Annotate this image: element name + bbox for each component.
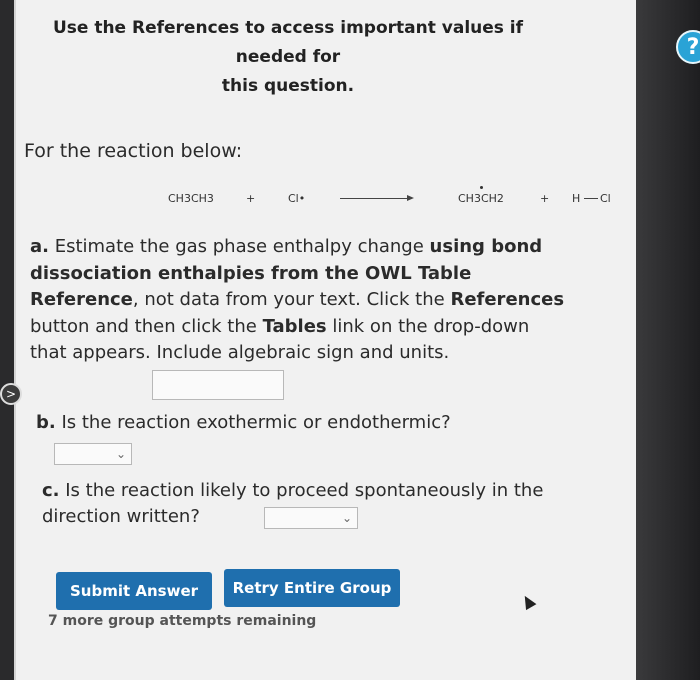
retry-group-button[interactable]: Retry Entire Group (224, 569, 400, 607)
product-ethyl-radical: CH3CH2 (458, 192, 504, 205)
product-cl: Cl (600, 192, 611, 205)
reactant-ethane: CH3CH3 (168, 192, 214, 205)
enthalpy-answer-input[interactable] (152, 370, 284, 400)
plus-sign-2: + (540, 192, 550, 205)
expand-arrow-icon[interactable]: > (0, 383, 22, 405)
spontaneous-select[interactable]: ⌄ (264, 507, 358, 529)
references-notice: Use the References to access important v… (18, 14, 558, 101)
right-edge (636, 0, 700, 680)
reaction-arrow-icon (340, 195, 414, 201)
references-notice-line2: this question. (221, 76, 355, 96)
reactant-chlorine-radical: Cl• (288, 192, 306, 205)
radical-dot-icon (480, 186, 483, 189)
question-a: a. Estimate the gas phase enthalpy chang… (30, 236, 565, 363)
product-h: H (572, 192, 581, 205)
attempts-remaining: 7 more group attempts remaining (48, 613, 317, 629)
references-notice-line1: Use the References to access important v… (52, 18, 524, 67)
bond-line-icon (584, 198, 598, 199)
exo-endo-select[interactable]: ⌄ (54, 443, 132, 465)
question-a-label: a. (30, 236, 49, 257)
chevron-down-icon: ⌄ (115, 447, 126, 461)
submit-answer-button[interactable]: Submit Answer (56, 572, 212, 610)
reaction-prompt: For the reaction below: (24, 140, 243, 162)
question-b: b. Is the reaction exothermic or endothe… (36, 412, 451, 433)
plus-sign: + (246, 192, 256, 205)
chevron-down-icon: ⌄ (341, 511, 352, 525)
